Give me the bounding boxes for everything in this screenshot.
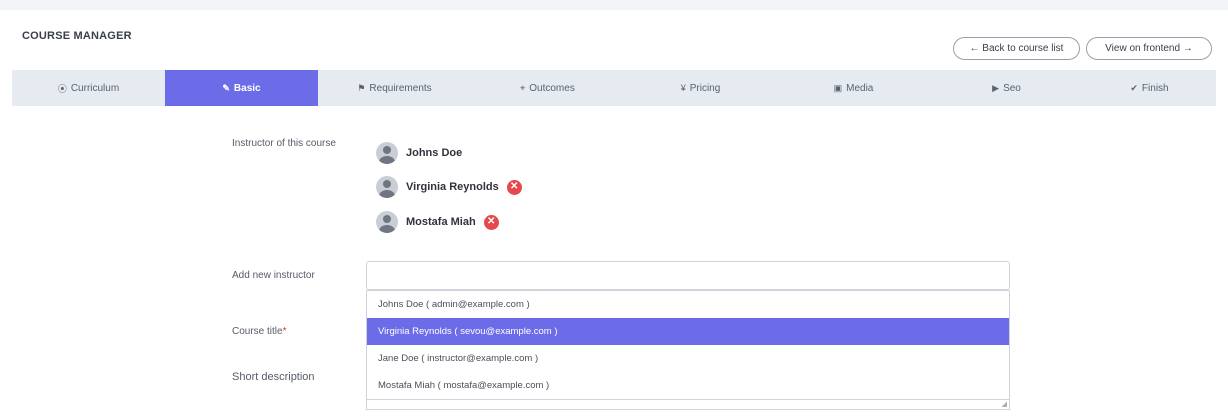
check-circle-icon: ✔ (1130, 82, 1138, 93)
tab-requirements[interactable]: ⚑ Requirements (318, 70, 471, 106)
short-description-label: Short description (232, 371, 315, 383)
tab-seo[interactable]: ▶ Seo (930, 70, 1083, 106)
dropdown-option[interactable]: Mostafa Miah ( mostafa@example.com ) (367, 372, 1009, 399)
instructor-name: Mostafa Miah (406, 216, 476, 228)
yen-icon: ¥ (680, 83, 686, 93)
media-icon: ▣ (833, 82, 843, 93)
avatar (376, 211, 398, 233)
instructor-label: Instructor of this course (232, 138, 336, 149)
add-instructor-select[interactable] (366, 261, 1010, 290)
required-marker: * (282, 326, 287, 337)
resize-handle-icon[interactable]: ◢ (1002, 400, 1007, 408)
dropdown-option[interactable]: Johns Doe ( admin@example.com ) (367, 291, 1009, 318)
instructor-item: Johns Doe (376, 141, 462, 165)
curriculum-icon: ⦿ (57, 83, 67, 94)
tab-label: Curriculum (70, 82, 120, 94)
course-title-label: Course title* (232, 325, 286, 339)
remove-instructor-icon[interactable]: ✕ (506, 179, 522, 195)
tab-label: Seo (1003, 82, 1021, 94)
add-instructor-label: Add new instructor (232, 270, 315, 281)
dropdown-option[interactable]: Virginia Reynolds ( sevou@example.com ) (367, 318, 1009, 345)
remove-instructor-icon[interactable]: ✕ (483, 214, 499, 230)
tab-outcomes[interactable]: ⌖ Outcomes (471, 70, 624, 106)
short-description-textarea[interactable]: ◢ (366, 400, 1010, 410)
instructor-item: Virginia Reynolds ✕ (376, 175, 522, 199)
instructor-name: Virginia Reynolds (406, 181, 499, 193)
page-top-strip (0, 0, 1228, 10)
tab-pricing[interactable]: ¥ Pricing (624, 70, 777, 106)
tab-label: Outcomes (529, 82, 575, 94)
tab-label: Finish (1141, 82, 1169, 94)
instructor-dropdown: Johns Doe ( admin@example.com ) Virginia… (366, 290, 1010, 400)
page-title: COURSE MANAGER (22, 30, 132, 42)
tab-label: Media (846, 82, 874, 94)
view-on-frontend-button[interactable]: View on frontend → (1086, 37, 1212, 60)
back-to-course-list-button[interactable]: ← Back to course list (953, 37, 1080, 60)
tab-label: Pricing (689, 82, 721, 94)
tab-finish[interactable]: ✔ Finish (1083, 70, 1216, 106)
avatar (376, 176, 398, 198)
avatar (376, 142, 398, 164)
tag-icon: ▶ (992, 82, 1000, 93)
crosshair-icon: ⌖ (520, 82, 526, 93)
bell-icon: ⚑ (357, 82, 366, 93)
instructor-item: Mostafa Miah ✕ (376, 210, 499, 234)
course-tabs: ⦿ Curriculum ✎ Basic ⚑ Requirements ⌖ Ou… (12, 70, 1216, 106)
tab-media[interactable]: ▣ Media (777, 70, 930, 106)
instructor-name: Johns Doe (406, 147, 463, 159)
tab-basic[interactable]: ✎ Basic (165, 70, 318, 106)
pencil-icon: ✎ (222, 82, 230, 93)
course-title-text: Course title (232, 326, 283, 337)
tab-label: Basic (233, 82, 261, 94)
tab-curriculum[interactable]: ⦿ Curriculum (12, 70, 165, 106)
dropdown-option[interactable]: Jane Doe ( instructor@example.com ) (367, 345, 1009, 372)
tab-label: Requirements (369, 82, 432, 94)
